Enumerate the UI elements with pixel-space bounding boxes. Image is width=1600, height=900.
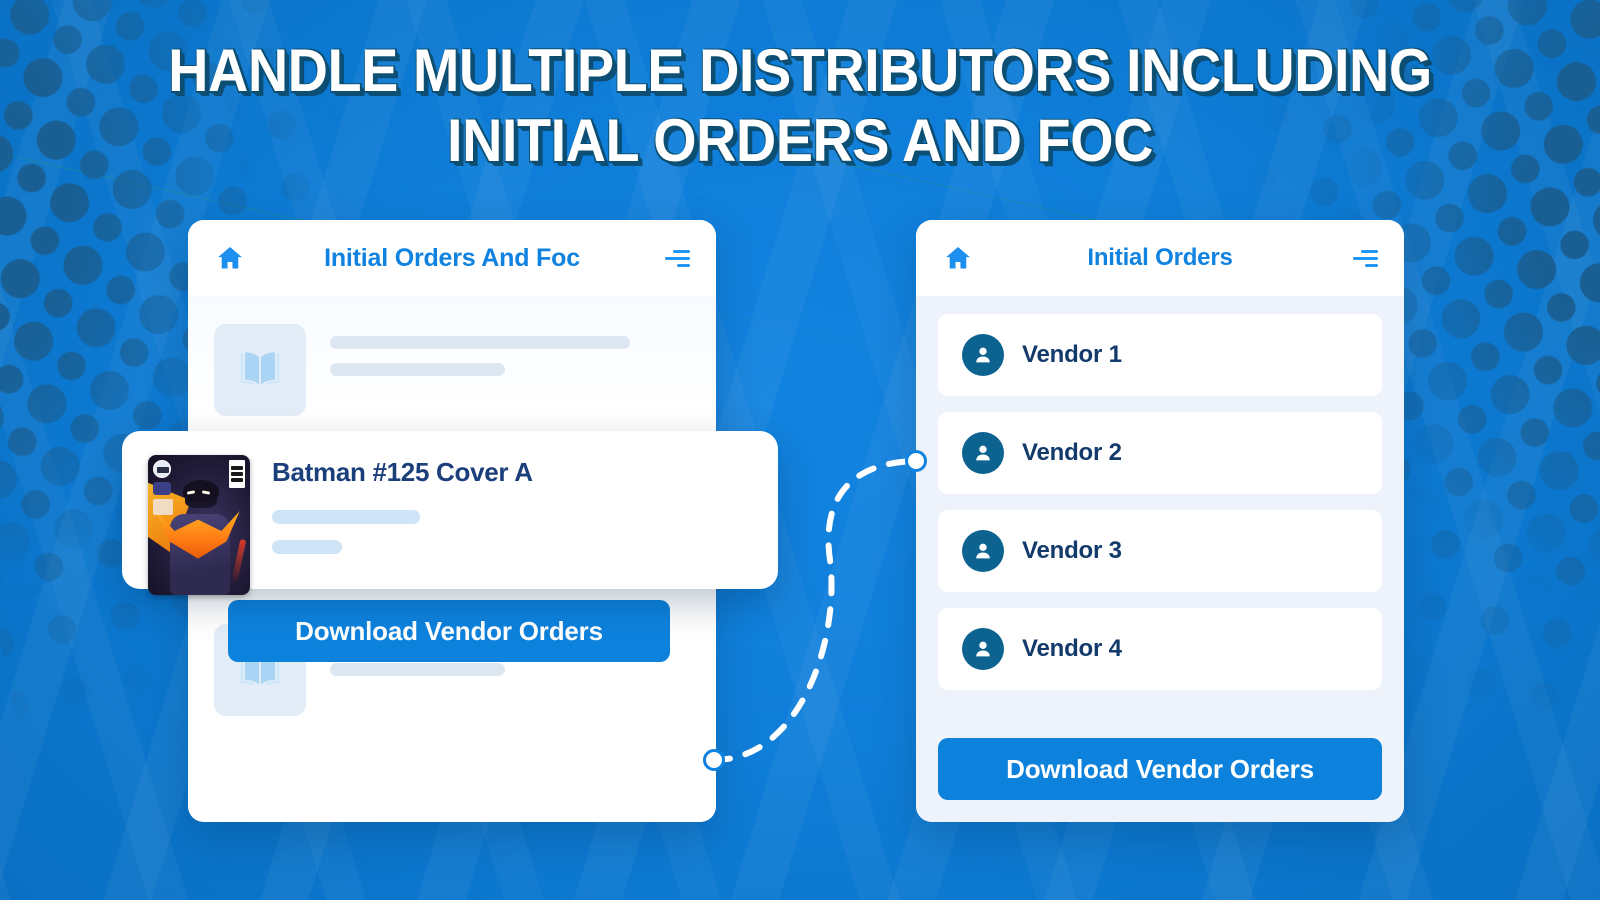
poster-canvas: HANDLE MULTIPLE DISTRIBUTORS INCLUDING I… — [0, 0, 1600, 900]
placeholder-bar — [272, 510, 420, 524]
vendor-name: Vendor 1 — [1022, 341, 1122, 368]
list-item[interactable] — [214, 324, 690, 416]
right-download-button-wrap: Download Vendor Orders — [938, 738, 1382, 800]
right-card-header: Initial Orders — [916, 220, 1404, 296]
left-card-title: Initial Orders And Foc — [324, 243, 580, 272]
comic-detail-card[interactable]: Batman #125 Cover A — [122, 431, 778, 595]
placeholder-lines — [330, 324, 690, 376]
placeholder-bar — [330, 336, 630, 349]
vendor-name: Vendor 3 — [1022, 537, 1122, 564]
download-vendor-orders-button[interactable]: Download Vendor Orders — [228, 600, 670, 662]
filter-menu-icon[interactable] — [664, 248, 690, 268]
right-card-body: Vendor 1 Vendor 2 Vendor 3 Vendor 4 Down… — [916, 296, 1404, 822]
user-avatar-icon — [962, 432, 1004, 474]
connector-end-node — [905, 450, 927, 472]
page-title-line-2: INITIAL ORDERS AND FOC — [447, 107, 1153, 174]
open-book-icon — [214, 324, 306, 416]
home-icon[interactable] — [944, 244, 972, 272]
vendor-row[interactable]: Vendor 1 — [938, 314, 1382, 396]
page-title: HANDLE MULTIPLE DISTRIBUTORS INCLUDING I… — [0, 36, 1600, 176]
placeholder-bar — [330, 363, 505, 376]
comic-detail-text: Batman #125 Cover A — [272, 455, 752, 554]
download-vendor-orders-button[interactable]: Download Vendor Orders — [938, 738, 1382, 800]
filter-menu-icon[interactable] — [1352, 248, 1378, 268]
vendor-name: Vendor 4 — [1022, 635, 1122, 662]
placeholder-bar — [330, 663, 505, 676]
user-avatar-icon — [962, 334, 1004, 376]
connector-start-node — [703, 749, 725, 771]
left-download-button-wrap: Download Vendor Orders — [228, 600, 670, 662]
home-icon[interactable] — [216, 244, 244, 272]
user-avatar-icon — [962, 530, 1004, 572]
vendor-name: Vendor 2 — [1022, 439, 1122, 466]
vendor-row[interactable]: Vendor 4 — [938, 608, 1382, 690]
background-hairline — [1172, 0, 1600, 253]
left-card-header: Initial Orders And Foc — [188, 220, 716, 296]
vendor-row[interactable]: Vendor 2 — [938, 412, 1382, 494]
placeholder-bar — [272, 540, 342, 554]
vendor-row[interactable]: Vendor 3 — [938, 510, 1382, 592]
right-card-title: Initial Orders — [1087, 244, 1233, 271]
initial-orders-card: Initial Orders Vendor 1 Vendor 2 Vendor … — [916, 220, 1404, 822]
user-avatar-icon — [962, 628, 1004, 670]
comic-title: Batman #125 Cover A — [272, 457, 533, 487]
comic-cover-image — [148, 455, 250, 595]
page-title-line-1: HANDLE MULTIPLE DISTRIBUTORS INCLUDING — [168, 37, 1432, 104]
background-hairline — [0, 0, 88, 248]
